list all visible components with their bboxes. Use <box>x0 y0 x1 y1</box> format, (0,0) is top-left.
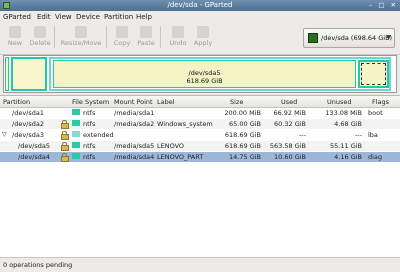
cell-flags: boot <box>368 109 383 117</box>
menu-view[interactable]: View <box>55 13 72 21</box>
delete-button[interactable]: Delete <box>25 24 55 51</box>
table-row-selected[interactable]: /dev/sda4 ntfs /media/sda4 LENOVO_PART 1… <box>0 152 400 162</box>
undo-icon <box>172 26 184 38</box>
hard-disk-icon <box>308 33 318 43</box>
resize-move-icon <box>75 26 87 38</box>
table-header: Partition File System Mount Point Label … <box>0 96 400 108</box>
device-selector[interactable]: /dev/sda (698.64 GiB) ▼ <box>303 28 395 48</box>
window-title: /dev/sda - GParted <box>167 1 233 9</box>
cell-partition: /dev/sda3 <box>12 131 44 139</box>
cell-flags: lba <box>368 131 378 139</box>
partition-block-sda4[interactable] <box>358 60 389 88</box>
table-row[interactable]: ▽ /dev/sda3 extended 618.69 GiB --- --- … <box>0 130 400 140</box>
fs-color-swatch <box>72 131 80 137</box>
title-bar[interactable]: /dev/sda - GParted – □ ✕ <box>0 0 400 11</box>
expander-triangle-icon[interactable]: ▽ <box>2 131 7 138</box>
cell-size: 14.75 GiB <box>229 153 261 161</box>
cell-unused: 4.16 GiB <box>334 153 362 161</box>
cell-size: 618.69 GiB <box>224 142 261 150</box>
cell-size: 200.00 MiB <box>224 109 261 117</box>
cell-unused: 55.11 GiB <box>330 142 362 150</box>
paste-icon <box>140 26 152 38</box>
col-mount-point[interactable]: Mount Point <box>114 98 153 106</box>
menu-edit[interactable]: Edit <box>37 13 51 21</box>
lock-icon <box>61 153 69 162</box>
cell-label: Windows_system <box>157 120 213 128</box>
gparted-window: /dev/sda - GParted – □ ✕ GParted Edit Vi… <box>0 0 400 272</box>
menu-partition[interactable]: Partition <box>104 13 133 21</box>
toolbar-separator <box>160 26 161 48</box>
cell-partition: /dev/sda4 <box>18 153 50 161</box>
col-unused[interactable]: Unused <box>327 98 352 106</box>
resize-move-button[interactable]: Resize/Move <box>58 24 104 51</box>
cell-mount: /media/sda5 <box>114 142 155 150</box>
cell-mount: /media/sda4 <box>114 153 155 161</box>
menu-gparted[interactable]: GParted <box>3 13 31 21</box>
cell-filesystem: ntfs <box>83 109 96 117</box>
chevron-down-icon: ▼ <box>386 34 391 41</box>
col-partition[interactable]: Partition <box>3 98 30 106</box>
table-row[interactable]: /dev/sda1 ntfs /media/sda1 200.00 MiB 66… <box>0 108 400 118</box>
cell-filesystem: extended <box>83 131 114 139</box>
cell-flags: diag <box>368 153 383 161</box>
col-size[interactable]: Size <box>230 98 243 106</box>
cell-filesystem: ntfs <box>83 153 96 161</box>
fs-color-swatch <box>72 109 80 115</box>
copy-icon <box>116 26 128 38</box>
cell-used: 66.92 MiB <box>273 109 306 117</box>
cell-mount: /media/sda2 <box>114 120 155 128</box>
pending-operations-status: 0 operations pending <box>3 261 73 269</box>
fs-color-swatch <box>72 153 80 159</box>
cell-partition: /dev/sda2 <box>12 120 44 128</box>
cell-unused: 4.68 GiB <box>334 120 362 128</box>
table-row[interactable]: /dev/sda2 ntfs /media/sda2 Windows_syste… <box>0 119 400 129</box>
selection-outline <box>361 63 386 85</box>
status-bar: 0 operations pending <box>0 257 400 272</box>
partition-block-name: /dev/sda5 <box>188 69 221 77</box>
window-controls[interactable]: – □ ✕ <box>369 1 398 9</box>
disk-partition-map: /dev/sda5 618.69 GiB <box>3 55 397 93</box>
apply-button[interactable]: Apply <box>188 24 218 51</box>
partition-block-size: 618.69 GiB <box>186 77 223 85</box>
cell-filesystem: ntfs <box>83 120 96 128</box>
toolbar-separator <box>54 26 55 48</box>
col-label[interactable]: Label <box>157 98 175 106</box>
menu-help[interactable]: Help <box>136 13 152 21</box>
lock-icon <box>61 142 69 151</box>
new-icon <box>9 26 21 38</box>
cell-partition: /dev/sda1 <box>12 109 44 117</box>
partition-block-sda5[interactable]: /dev/sda5 618.69 GiB <box>53 60 356 88</box>
partition-block-sda2[interactable] <box>11 57 47 91</box>
apply-icon <box>197 26 209 38</box>
cell-label: LENOVO <box>157 142 185 150</box>
fs-color-swatch <box>72 120 80 126</box>
cell-unused: 133.08 MiB <box>325 109 362 117</box>
menu-bar: GParted Edit View Device Partition Help <box>0 11 400 22</box>
cell-unused: --- <box>354 131 362 139</box>
partition-block-sda1[interactable] <box>5 57 9 91</box>
cell-partition: /dev/sda5 <box>18 142 50 150</box>
col-flags[interactable]: Flags <box>372 98 389 106</box>
cell-filesystem: ntfs <box>83 142 96 150</box>
fs-color-swatch <box>72 142 80 148</box>
cell-used: --- <box>298 131 306 139</box>
cell-used: 10.60 GiB <box>274 153 306 161</box>
lock-icon <box>61 120 69 129</box>
device-label: /dev/sda (698.64 GiB) <box>321 34 393 42</box>
cell-mount: /media/sda1 <box>114 109 155 117</box>
partition-table: Partition File System Mount Point Label … <box>0 95 400 258</box>
cell-used: 563.58 GiB <box>269 142 306 150</box>
menu-device[interactable]: Device <box>76 13 100 21</box>
cell-size: 618.69 GiB <box>224 131 261 139</box>
delete-icon <box>34 26 46 38</box>
cell-label: LENOVO_PART <box>157 153 204 161</box>
table-row[interactable]: /dev/sda5 ntfs /media/sda5 LENOVO 618.69… <box>0 141 400 151</box>
cell-size: 65.00 GiB <box>229 120 261 128</box>
lock-icon <box>61 131 69 140</box>
cell-used: 60.32 GiB <box>274 120 306 128</box>
col-filesystem[interactable]: File System <box>72 98 109 106</box>
col-used[interactable]: Used <box>281 98 297 106</box>
paste-button[interactable]: Paste <box>131 24 161 51</box>
